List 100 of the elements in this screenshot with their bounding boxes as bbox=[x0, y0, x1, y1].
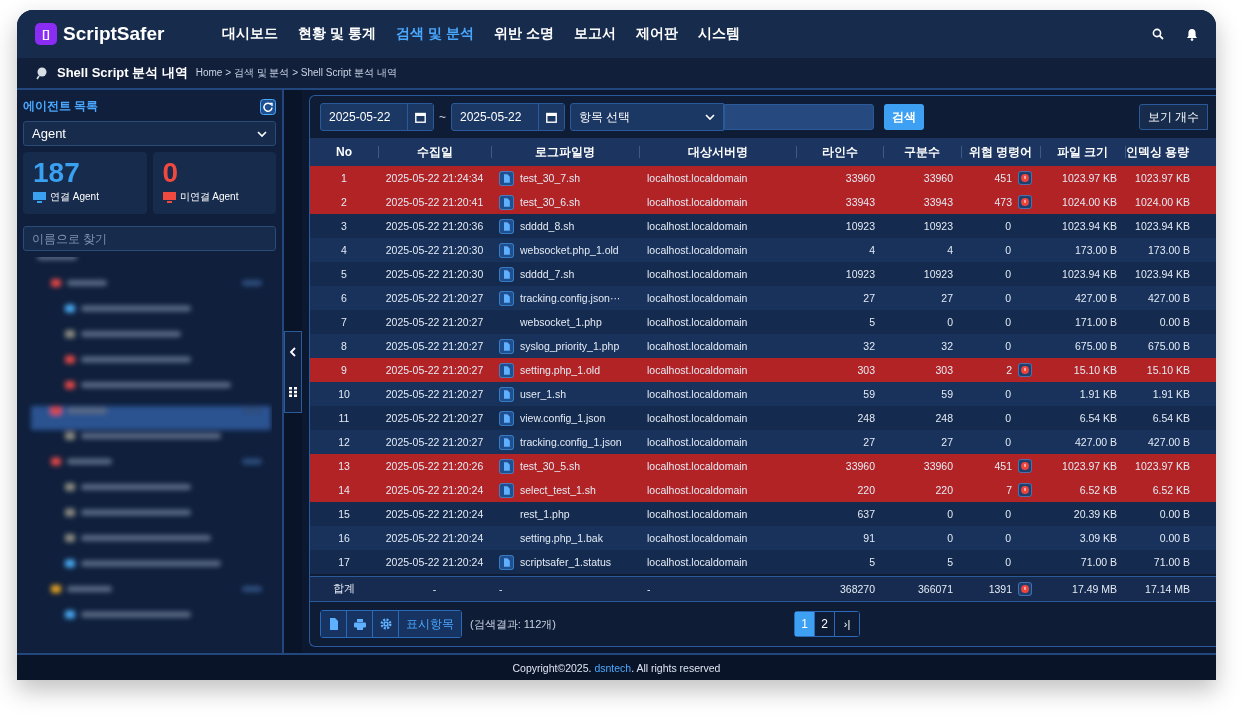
collapse-handle[interactable] bbox=[284, 330, 302, 413]
table-cell: 1391 bbox=[988, 583, 1012, 595]
table-cell: localhost.localdomain bbox=[647, 196, 748, 208]
refresh-icon[interactable] bbox=[260, 98, 276, 115]
table-cell: 248 bbox=[857, 412, 875, 424]
table-cell: 4 bbox=[947, 244, 953, 256]
table-cell: 451 bbox=[994, 460, 1012, 472]
table-cell: localhost.localdomain bbox=[647, 508, 748, 520]
search-field[interactable]: 이름으로 찾기 bbox=[23, 226, 276, 251]
search-input[interactable] bbox=[724, 104, 874, 130]
table-cell: 1023.97 KB bbox=[1062, 172, 1117, 184]
table-cell: 1023.97 KB bbox=[1135, 172, 1190, 184]
table-cell: 220 bbox=[857, 484, 875, 496]
file-icon bbox=[499, 290, 514, 306]
table-cell: 6.52 KB bbox=[1152, 484, 1190, 496]
search-icon[interactable] bbox=[1152, 28, 1164, 40]
table-cell: 17.14 MB bbox=[1145, 583, 1190, 595]
table-cell: 0.00 B bbox=[1159, 532, 1190, 544]
file-icon bbox=[499, 434, 514, 450]
table-cell: 20.39 KB bbox=[1073, 508, 1117, 520]
date-from-field[interactable]: 2025-05-22 bbox=[320, 103, 434, 131]
bell-icon[interactable] bbox=[1186, 27, 1198, 41]
table-cell: 427.00 B bbox=[1147, 436, 1190, 448]
calendar-button[interactable] bbox=[407, 104, 433, 130]
table-cell: 173.00 B bbox=[1147, 244, 1190, 256]
table-cell: 173.00 B bbox=[1074, 244, 1117, 256]
file-icon bbox=[499, 338, 514, 354]
file-icon bbox=[328, 618, 339, 630]
stat-label: 연결 Agent bbox=[50, 190, 99, 204]
table-cell: localhost.localdomain bbox=[647, 316, 748, 328]
table-cell: 15.10 KB bbox=[1146, 364, 1190, 376]
table-cell: 0 bbox=[1005, 436, 1011, 448]
table-cell: 8 bbox=[341, 340, 347, 352]
alert-icon[interactable] bbox=[1018, 171, 1032, 185]
calendar-icon bbox=[546, 111, 557, 123]
table-cell: 0 bbox=[1005, 508, 1011, 520]
table-cell: 0 bbox=[947, 316, 953, 328]
alert-icon[interactable] bbox=[1018, 363, 1032, 377]
nav-item[interactable]: 제어판 bbox=[625, 25, 688, 43]
monitor-icon bbox=[162, 191, 176, 203]
view-count-button[interactable]: 보기 개수 bbox=[1138, 104, 1208, 130]
table-cell: 17 bbox=[338, 556, 350, 568]
agent-select[interactable]: Agent bbox=[23, 121, 276, 146]
nav-item[interactable]: 위반 소명 bbox=[483, 25, 564, 43]
nav-item[interactable]: 시스템 bbox=[687, 25, 750, 43]
file-icon bbox=[499, 242, 514, 258]
calendar-button[interactable] bbox=[538, 104, 564, 130]
table-cell: 59 bbox=[941, 388, 953, 400]
nav-item[interactable]: 검색 및 분석 bbox=[386, 25, 484, 43]
table-cell: 7 bbox=[341, 316, 347, 328]
alert-icon[interactable] bbox=[1018, 459, 1032, 473]
date-to-field[interactable]: 2025-05-22 bbox=[451, 103, 565, 131]
table-cell: 2025-05-22 21:20:26 bbox=[385, 460, 484, 472]
table-cell: 16 bbox=[338, 532, 350, 544]
table-cell: 7 bbox=[1006, 484, 1012, 496]
table-cell: localhost.localdomain bbox=[647, 532, 748, 544]
pin-icon bbox=[35, 66, 49, 80]
nav-item[interactable]: 보고서 bbox=[563, 25, 626, 43]
column-header: 수집일 bbox=[378, 138, 491, 166]
column-header: 대상서버명 bbox=[639, 138, 796, 166]
column-header: 위협 명령어 bbox=[961, 138, 1040, 166]
table-cell: 427.00 B bbox=[1147, 292, 1190, 304]
table-cell: test_30_6.sh bbox=[520, 196, 581, 208]
table-cell: 366071 bbox=[917, 583, 953, 595]
field-select[interactable]: 항목 선택 bbox=[570, 103, 724, 131]
column-header: 파일 크기 bbox=[1040, 138, 1125, 166]
chevron-down-icon bbox=[257, 129, 267, 138]
table-cell: 10923 bbox=[845, 268, 875, 280]
file-icon bbox=[499, 482, 514, 498]
table-cell: test_30_7.sh bbox=[520, 172, 581, 184]
table-cell: 2025-05-22 21:20:24 bbox=[385, 556, 484, 568]
alert-icon[interactable] bbox=[1018, 195, 1032, 209]
alert-icon[interactable] bbox=[1018, 582, 1032, 596]
file-icon bbox=[499, 410, 514, 426]
table-cell: 0 bbox=[1005, 220, 1011, 232]
nav-item[interactable]: 현황 및 통계 bbox=[288, 25, 387, 43]
panel-title: 에이전트 목록 bbox=[23, 98, 99, 115]
grid-icon[interactable] bbox=[289, 386, 297, 397]
table-cell: 33943 bbox=[845, 196, 875, 208]
chevron-left-icon[interactable] bbox=[289, 346, 297, 357]
table-cell: setting.php_1.bak bbox=[520, 532, 603, 544]
table-cell: 248 bbox=[935, 412, 953, 424]
alert-icon[interactable] bbox=[1018, 483, 1032, 497]
table-cell: 33960 bbox=[845, 172, 875, 184]
table-cell: 1023.94 KB bbox=[1062, 268, 1117, 280]
table-cell: 27 bbox=[941, 436, 953, 448]
export-button[interactable] bbox=[321, 611, 347, 637]
table-cell: 427.00 B bbox=[1074, 292, 1117, 304]
table-cell: 1023.97 KB bbox=[1135, 460, 1190, 472]
table-cell: localhost.localdomain bbox=[647, 172, 748, 184]
table-cell: 2025-05-22 21:20:41 bbox=[385, 196, 484, 208]
nav-item[interactable]: 대시보드 bbox=[212, 25, 289, 43]
table-cell: 15.10 KB bbox=[1073, 364, 1117, 376]
table-cell: 451 bbox=[994, 172, 1012, 184]
table-cell: 2025-05-22 21:20:27 bbox=[385, 340, 484, 352]
table-cell: 303 bbox=[857, 364, 875, 376]
table-cell: 3 bbox=[341, 220, 347, 232]
table-cell: localhost.localdomain bbox=[647, 340, 748, 352]
table-cell: 0 bbox=[1005, 340, 1011, 352]
monitor-icon bbox=[33, 191, 46, 203]
